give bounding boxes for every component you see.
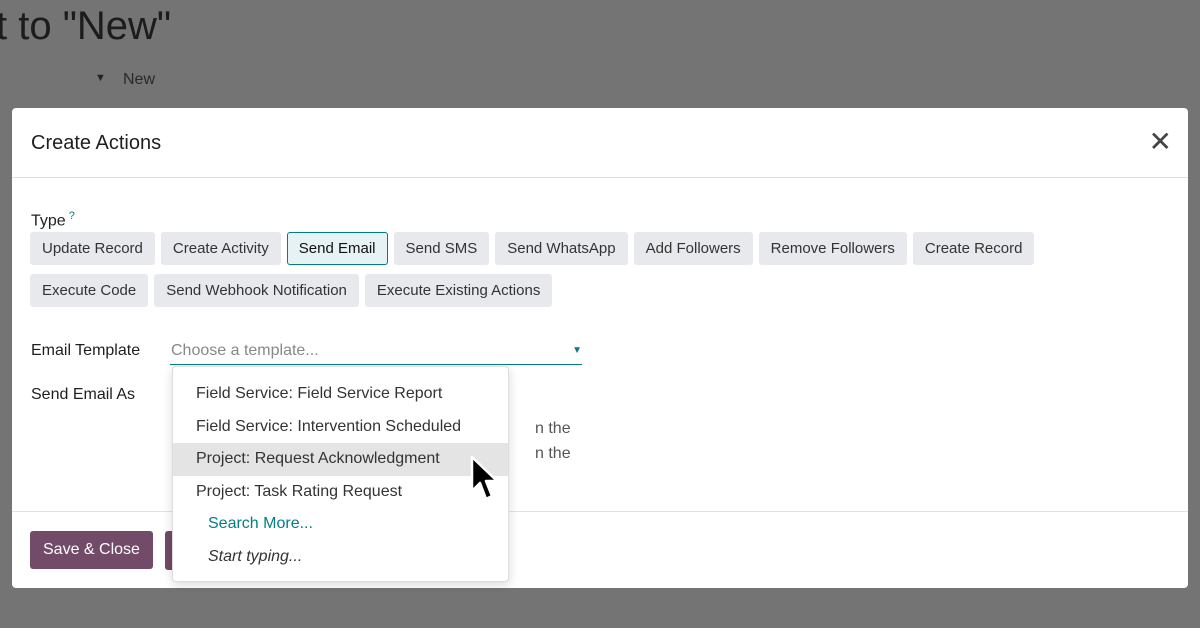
send-email-as-label: Send Email As [31,386,136,403]
dropdown-option[interactable]: Field Service: Intervention Scheduled [173,411,508,444]
type-send-email[interactable]: Send Email [286,232,388,265]
help-icon[interactable]: ? [69,210,75,222]
search-more-link[interactable]: Search More... [173,508,508,541]
type-create-record[interactable]: Create Record [912,232,1035,265]
background-status: New [123,71,156,88]
dropdown-option[interactable]: Project: Request Acknowledgment [173,443,508,476]
type-label-text: Type [31,212,66,230]
email-template-label: Email Template [31,342,141,359]
type-label: Type? [31,210,75,230]
type-create-activity[interactable]: Create Activity [160,232,281,265]
email-template-select[interactable]: Choose a template... ▼ [170,339,582,365]
email-template-placeholder: Choose a template... [171,342,319,359]
mouse-cursor-icon [470,455,499,501]
close-icon[interactable]: ✕ [1149,128,1172,156]
dialog-title: Create Actions [31,132,162,154]
save-close-button[interactable]: Save & Close [30,531,153,569]
partial-text: n the [535,445,571,462]
type-execute-existing[interactable]: Execute Existing Actions [364,274,553,307]
type-execute-code[interactable]: Execute Code [30,274,149,307]
dialog-header: Create Actions ✕ [12,108,1188,178]
type-update-record[interactable]: Update Record [30,232,155,265]
template-dropdown: Field Service: Field Service Report Fiel… [172,366,509,582]
type-add-followers[interactable]: Add Followers [633,232,753,265]
caret-down-icon: ▼ [95,72,106,84]
dropdown-option[interactable]: Field Service: Field Service Report [173,378,508,411]
type-buttons: Update Record Create Activity Send Email… [30,232,1110,307]
type-send-webhook[interactable]: Send Webhook Notification [154,274,359,307]
background-page-title: t to "New" [0,4,172,48]
type-remove-followers[interactable]: Remove Followers [758,232,907,265]
partial-text: n the [535,420,571,437]
type-send-sms[interactable]: Send SMS [393,232,490,265]
caret-down-icon: ▼ [572,345,582,356]
start-typing-hint: Start typing... [208,547,303,565]
dropdown-option[interactable]: Project: Task Rating Request [173,476,508,509]
type-send-whatsapp[interactable]: Send WhatsApp [495,232,628,265]
